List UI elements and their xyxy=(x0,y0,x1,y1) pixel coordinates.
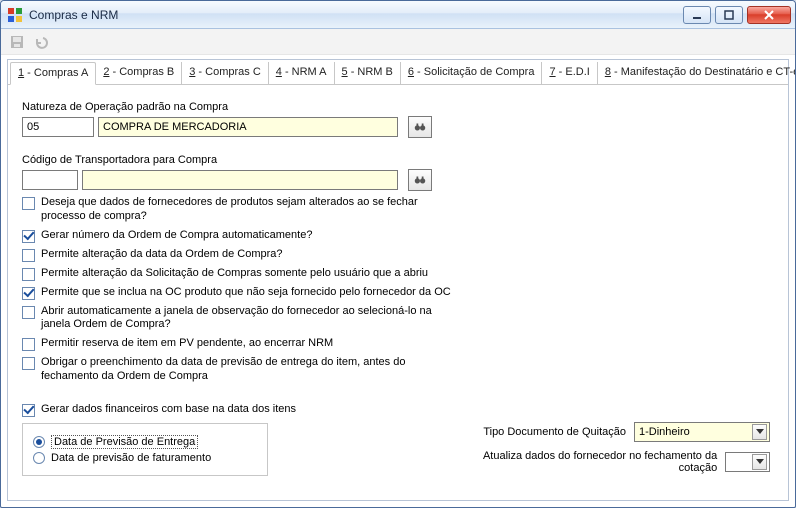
transp-label: Código de Transportadora para Compra xyxy=(22,154,774,166)
natureza-lookup-button[interactable] xyxy=(408,116,432,138)
checkbox-label: Obrigar o preenchimento da data de previ… xyxy=(41,356,452,384)
tab[interactable]: 7 - E.D.I xyxy=(542,62,597,84)
date-basis-group: Data de Previsão de Entrega Data de prev… xyxy=(22,423,268,476)
checkbox-label: Deseja que dados de fornecedores de prod… xyxy=(41,196,452,224)
checkbox xyxy=(22,287,35,300)
checkbox-area: Deseja que dados de fornecedores de prod… xyxy=(22,196,774,417)
atualiza-label: Atualiza dados do fornecedor no fechamen… xyxy=(450,450,717,474)
chevron-down-icon xyxy=(752,424,767,440)
checkbox-row[interactable]: Abrir automaticamente a janela de observ… xyxy=(22,305,452,333)
checkbox-row[interactable]: Gerar dados financeiros com base na data… xyxy=(22,403,452,417)
checkbox xyxy=(22,404,35,417)
tipo-doc-select[interactable]: 1-Dinheiro xyxy=(634,422,770,442)
app-icon xyxy=(7,7,23,23)
radio-icon xyxy=(33,436,45,448)
checkbox xyxy=(22,249,35,262)
checkbox-row[interactable]: Gerar número da Ordem de Compra automati… xyxy=(22,229,452,243)
checkbox-label: Permite alteração da Solicitação de Comp… xyxy=(41,267,428,281)
chevron-down-icon xyxy=(752,454,767,470)
checkbox-row[interactable]: Permite que se inclua na OC produto que … xyxy=(22,286,452,300)
tab[interactable]: 3 - Compras C xyxy=(182,62,269,84)
checkbox-label: Gerar dados financeiros com base na data… xyxy=(41,403,296,417)
natureza-label: Natureza de Operação padrão na Compra xyxy=(22,101,774,113)
radio-icon xyxy=(33,452,45,464)
checkbox-row[interactable]: Deseja que dados de fornecedores de prod… xyxy=(22,196,452,224)
checkbox xyxy=(22,230,35,243)
toolbar xyxy=(1,29,795,55)
titlebar: Compras e NRM xyxy=(1,1,795,29)
checkbox-row[interactable]: Permitir reserva de item em PV pendente,… xyxy=(22,337,452,351)
checkbox xyxy=(22,268,35,281)
tab[interactable]: 2 - Compras B xyxy=(96,62,182,84)
maximize-button[interactable] xyxy=(715,6,743,24)
binoculars-icon xyxy=(413,120,427,134)
checkbox-label: Permite alteração da data da Ordem de Co… xyxy=(41,248,283,262)
checkbox xyxy=(22,357,35,370)
checkbox-label: Abrir automaticamente a janela de observ… xyxy=(41,305,452,333)
select-value: 1-Dinheiro xyxy=(639,426,690,438)
tab[interactable]: 6 - Solicitação de Compra xyxy=(401,62,543,84)
checkbox-label: Permite que se inclua na OC produto que … xyxy=(41,286,451,300)
client-area: 1 - Compras A2 - Compras B3 - Compras C4… xyxy=(7,59,789,501)
transp-lookup-button[interactable] xyxy=(408,169,432,191)
tab[interactable]: 4 - NRM A xyxy=(269,62,335,84)
checkbox-label: Gerar número da Ordem de Compra automati… xyxy=(41,229,312,243)
radio-label: Data de previsão de faturamento xyxy=(51,452,211,464)
tab[interactable]: 5 - NRM B xyxy=(335,62,401,84)
tab-bar: 1 - Compras A2 - Compras B3 - Compras C4… xyxy=(8,60,788,85)
window-buttons xyxy=(683,6,791,24)
checkbox xyxy=(22,197,35,210)
radio-previsao-entrega[interactable]: Data de Previsão de Entrega xyxy=(33,435,257,449)
checkbox xyxy=(22,306,35,319)
natureza-desc-input[interactable] xyxy=(98,117,398,137)
tipo-doc-label: Tipo Documento de Quitação xyxy=(483,426,626,438)
radio-previsao-faturamento[interactable]: Data de previsão de faturamento xyxy=(33,452,257,464)
right-options: Tipo Documento de Quitação 1-Dinheiro At… xyxy=(450,414,770,482)
save-icon[interactable] xyxy=(9,34,25,50)
undo-icon[interactable] xyxy=(33,34,49,50)
binoculars-icon xyxy=(413,173,427,187)
transp-code-input[interactable] xyxy=(22,170,78,190)
window: Compras e NRM 1 - Compras A2 - Compras B… xyxy=(0,0,796,508)
close-button[interactable] xyxy=(747,6,791,24)
checkbox-row[interactable]: Obrigar o preenchimento da data de previ… xyxy=(22,356,452,384)
atualiza-select[interactable] xyxy=(725,452,770,472)
minimize-button[interactable] xyxy=(683,6,711,24)
natureza-code-input[interactable] xyxy=(22,117,94,137)
checkbox-label: Permitir reserva de item em PV pendente,… xyxy=(41,337,333,351)
checkbox xyxy=(22,338,35,351)
tab[interactable]: 8 - Manifestação do Destinatário e CT-e xyxy=(598,62,796,84)
checkbox-row[interactable]: Permite alteração da data da Ordem de Co… xyxy=(22,248,452,262)
transp-desc-input[interactable] xyxy=(82,170,398,190)
checkbox-row[interactable]: Permite alteração da Solicitação de Comp… xyxy=(22,267,452,281)
radio-label: Data de Previsão de Entrega xyxy=(51,435,198,449)
window-title: Compras e NRM xyxy=(29,8,683,22)
tab[interactable]: 1 - Compras A xyxy=(10,62,96,85)
